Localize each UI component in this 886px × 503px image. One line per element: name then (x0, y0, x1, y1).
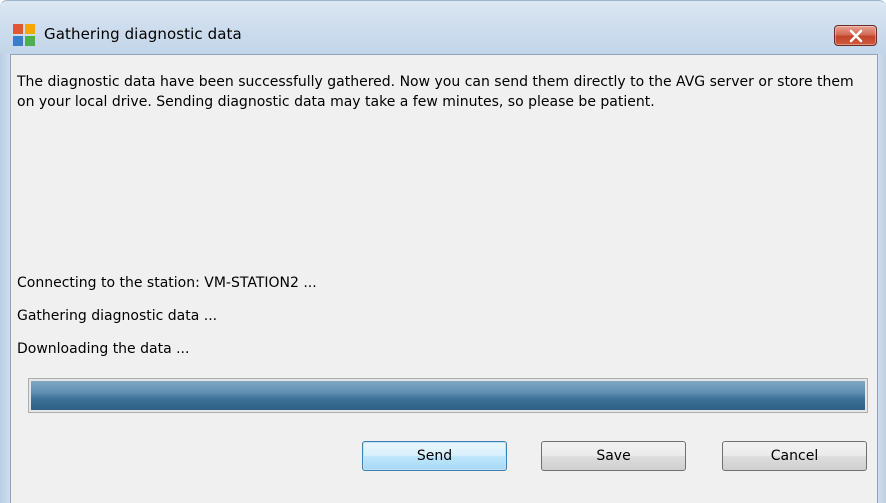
status-gathering: Gathering diagnostic data ... (17, 308, 218, 324)
status-connecting: Connecting to the station: VM-STATION2 .… (17, 275, 317, 291)
info-message: The diagnostic data have been successful… (17, 74, 854, 110)
avg-logo-icon (12, 23, 36, 47)
progress-bar-fill (31, 381, 865, 410)
title-bar[interactable]: Gathering diagnostic data (0, 0, 886, 54)
close-button[interactable] (834, 25, 877, 46)
window-frame-right (878, 54, 886, 503)
cancel-button[interactable]: Cancel (722, 441, 867, 471)
send-button[interactable]: Send (362, 441, 507, 471)
window-title: Gathering diagnostic data (44, 25, 242, 43)
status-downloading: Downloading the data ... (17, 341, 190, 357)
dialog-window: Gathering diagnostic data The diagnostic… (0, 0, 886, 503)
close-x-icon (849, 29, 863, 43)
window-frame-left (0, 54, 10, 503)
progress-bar (28, 378, 868, 413)
save-button[interactable]: Save (541, 441, 686, 471)
